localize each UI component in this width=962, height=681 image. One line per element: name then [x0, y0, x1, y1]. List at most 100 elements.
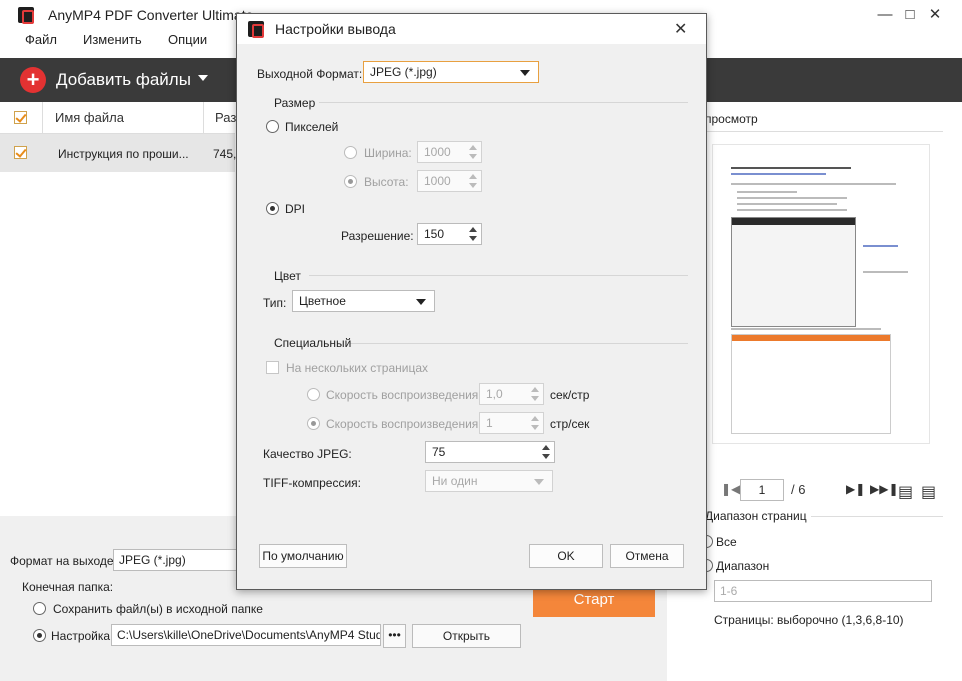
speed-sec-input[interactable]: 1,0	[479, 383, 544, 405]
tiff-compression-label: TIFF-компрессия:	[263, 476, 362, 490]
dest-folder-label: Конечная папка:	[22, 580, 114, 594]
column-file-name[interactable]: Имя файла	[55, 110, 124, 125]
output-format-select[interactable]: JPEG (*.jpg)	[113, 549, 238, 571]
page-range-input[interactable]: 1-6	[714, 580, 932, 602]
defaults-button[interactable]: По умолчанию	[259, 544, 347, 568]
menu-options[interactable]: Опции	[168, 32, 207, 47]
save-source-radio[interactable]	[33, 602, 46, 615]
table-row[interactable]: Инструкция по проши... 745,	[0, 134, 236, 172]
menu-edit[interactable]: Изменить	[83, 32, 142, 47]
height-input[interactable]: 1000	[417, 170, 482, 192]
menu-file[interactable]: Файл	[25, 32, 57, 47]
save-source-label: Сохранить файл(ы) в исходной папке	[53, 602, 263, 616]
multipage-checkbox[interactable]	[266, 361, 279, 374]
preview-label: просмотр	[705, 112, 758, 126]
output-format-value: JPEG (*.jpg)	[370, 65, 437, 79]
column-size[interactable]: Раз	[215, 110, 236, 125]
dpi-label: DPI	[285, 202, 306, 216]
color-type-label: Тип:	[263, 296, 287, 310]
color-section-title: Цвет	[274, 269, 301, 283]
resolution-value: 150	[424, 227, 445, 241]
stepper-icon[interactable]	[529, 414, 541, 432]
chevron-down-icon[interactable]	[198, 75, 208, 81]
export-icon[interactable]: ▤	[921, 482, 936, 502]
jpeg-quality-input[interactable]: 75	[425, 441, 555, 463]
pixels-label: Пикселей	[285, 120, 339, 134]
pixels-radio[interactable]	[266, 120, 279, 133]
output-settings-dialog: Настройки вывода ✕ Выходной Формат: JPEG…	[236, 13, 707, 590]
preview-screenshot-bar	[732, 218, 855, 225]
size-section-title: Размер	[274, 96, 316, 110]
speed-page-input[interactable]: 1	[479, 412, 544, 434]
preview-table-header	[732, 335, 890, 341]
width-input[interactable]: 1000	[417, 141, 482, 163]
speed-sec-radio[interactable]	[307, 388, 320, 401]
color-type-value: Цветное	[299, 294, 346, 308]
close-icon[interactable]: ✕	[674, 19, 687, 39]
speed-page-radio[interactable]	[307, 417, 320, 430]
preview-screenshot	[731, 217, 856, 327]
column-divider	[203, 102, 204, 134]
height-label: Высота:	[364, 175, 409, 189]
output-format-label: Выходной Формат:	[257, 67, 363, 81]
app-logo-icon	[248, 21, 264, 38]
column-divider	[42, 102, 43, 134]
divider	[309, 275, 688, 276]
page-total: / 6	[791, 482, 806, 497]
next-page-icon[interactable]: ▶❚	[846, 482, 865, 496]
height-radio[interactable]	[344, 175, 357, 188]
cancel-button[interactable]: Отмена	[610, 544, 684, 568]
preview-text-line	[731, 183, 896, 185]
custom-folder-path[interactable]: C:\Users\kille\OneDrive\Documents\AnyMP4…	[111, 624, 381, 646]
page-range-hint: Страницы: выборочно (1,3,6,8-10)	[714, 613, 904, 627]
speed-sec-label: Скорость воспроизведения:	[326, 388, 482, 402]
height-value: 1000	[424, 174, 451, 188]
stepper-icon[interactable]	[467, 143, 479, 161]
close-icon[interactable]: ✕	[926, 6, 944, 24]
preview-text-line	[737, 209, 847, 211]
divider	[319, 102, 688, 103]
maximize-icon[interactable]: □	[901, 6, 919, 24]
resolution-input[interactable]: 150	[417, 223, 482, 245]
output-format-select[interactable]: JPEG (*.jpg)	[363, 61, 539, 83]
last-page-icon[interactable]: ▶▶❚	[870, 482, 899, 496]
ok-button[interactable]: OK	[529, 544, 603, 568]
stepper-icon[interactable]	[540, 443, 552, 461]
app-logo-icon	[18, 7, 34, 24]
minimize-icon[interactable]: —	[876, 6, 894, 24]
resolution-label: Разрешение:	[341, 229, 414, 243]
dialog-title-bar: Настройки вывода ✕	[237, 14, 706, 44]
stepper-icon[interactable]	[467, 172, 479, 190]
stepper-icon[interactable]	[529, 385, 541, 403]
speed-sec-unit: сек/стр	[550, 388, 590, 402]
row-checkbox[interactable]	[14, 146, 27, 159]
open-folder-button[interactable]: Открыть	[412, 624, 521, 648]
file-name: Инструкция по проши...	[58, 147, 189, 161]
stepper-icon[interactable]	[467, 225, 479, 243]
tiff-compression-select[interactable]: Ни один	[425, 470, 553, 492]
browse-button[interactable]: •••	[383, 624, 406, 648]
width-value: 1000	[424, 145, 451, 159]
speed-page-value: 1	[486, 416, 493, 430]
range-all-label: Все	[716, 535, 737, 549]
jpeg-quality-label: Качество JPEG:	[263, 447, 352, 461]
add-icon[interactable]: +	[20, 67, 46, 93]
select-all-checkbox[interactable]	[14, 111, 27, 124]
file-list-header: Имя файла Раз	[0, 102, 236, 134]
chevron-down-icon	[416, 299, 426, 305]
document-icon[interactable]: ▤	[898, 482, 913, 502]
preview-text-line	[737, 203, 837, 205]
speed-sec-value: 1,0	[486, 387, 503, 401]
custom-folder-radio[interactable]	[33, 629, 46, 642]
width-radio[interactable]	[344, 146, 357, 159]
add-files-button[interactable]: Добавить файлы	[56, 70, 191, 90]
color-type-select[interactable]: Цветное	[292, 290, 435, 312]
first-page-icon[interactable]: ❚◀	[721, 482, 740, 496]
page-number-input[interactable]: 1	[740, 479, 784, 501]
preview-text-line	[737, 191, 797, 193]
preview-text-line	[737, 197, 847, 199]
dpi-radio[interactable]	[266, 202, 279, 215]
multipage-label: На нескольких страницах	[286, 361, 429, 375]
speed-page-unit: стр/сек	[550, 417, 590, 431]
width-label: Ширина:	[364, 146, 412, 160]
